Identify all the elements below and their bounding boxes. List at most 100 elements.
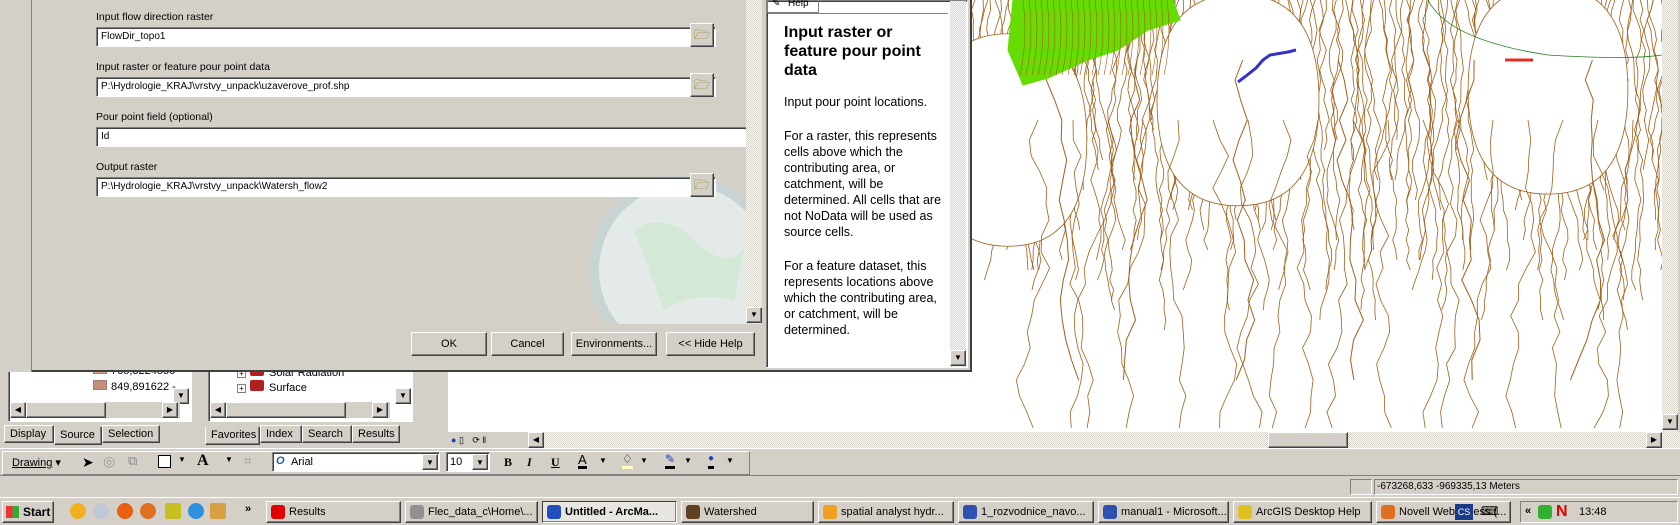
quick-launch-icon[interactable]: [70, 503, 86, 519]
show-hidden-icons[interactable]: «: [1525, 505, 1531, 517]
zoom-whole-page-icon[interactable]: ⧉: [128, 453, 137, 469]
taskbar-button[interactable]: Flec_data_c\Home\...: [405, 501, 538, 523]
expand-icon[interactable]: +: [237, 384, 246, 393]
help-paragraph: For a raster, this represents cells abov…: [784, 129, 942, 239]
param-input[interactable]: P:\Hydrologie_KRAJ\vrstvy_unpack\uzavero…: [96, 77, 716, 97]
select-elements-icon[interactable]: ➤: [82, 454, 94, 471]
taskbar-button[interactable]: ArcGIS Desktop Help: [1233, 501, 1372, 523]
quick-launch-icon[interactable]: [93, 503, 109, 519]
map-horizontal-scrollbar[interactable]: ● ▯ ⟳ ‖ ◀ ▶: [448, 432, 1680, 448]
more-quick-launch-icon[interactable]: »: [245, 503, 251, 515]
parameters-scrollbar[interactable]: ▼: [746, 0, 762, 324]
tab-index[interactable]: Index: [260, 425, 302, 443]
scroll-down-button[interactable]: ▼: [746, 307, 762, 323]
quick-launch-icon[interactable]: [117, 503, 133, 519]
font-type-icon: O: [276, 455, 285, 467]
bold-button[interactable]: B: [504, 455, 512, 470]
scroll-thumb[interactable]: [1268, 432, 1348, 448]
toc-tabs: Display Source Selection: [4, 425, 194, 445]
tab-results[interactable]: Results: [352, 425, 400, 443]
contour-line: [1647, 0, 1662, 271]
toolset-icon: [250, 380, 264, 391]
line-color-icon[interactable]: ✎: [665, 452, 676, 469]
rotate-icon[interactable]: ◎: [103, 453, 115, 470]
rectangle-tool-icon[interactable]: [158, 455, 171, 468]
internet-explorer-icon[interactable]: [188, 503, 204, 519]
arcmap-icon: [547, 505, 561, 519]
scroll-down-button[interactable]: ▼: [395, 388, 411, 404]
browse-folder-icon[interactable]: 🗁: [690, 173, 714, 197]
firefox-icon: [1381, 505, 1395, 519]
font-color-dropdown-icon[interactable]: ▼: [599, 456, 607, 465]
toolbox-horizontal-scrollbar[interactable]: ◀ ▶: [210, 402, 390, 418]
scroll-right-button[interactable]: ▶: [1646, 432, 1662, 448]
line-color-dropdown-icon[interactable]: ▼: [684, 456, 692, 465]
start-button[interactable]: Start: [2, 501, 54, 523]
taskbar-button[interactable]: Results: [266, 501, 401, 523]
param-label: Input flow direction raster: [96, 11, 214, 23]
firefox-icon[interactable]: [140, 503, 156, 519]
text-tool-icon[interactable]: A: [197, 452, 209, 470]
ok-button[interactable]: OK: [411, 332, 487, 356]
scroll-down-button[interactable]: ▼: [1662, 414, 1678, 430]
hide-help-button[interactable]: << Hide Help: [666, 332, 755, 356]
language-indicator[interactable]: CS: [1455, 504, 1473, 520]
param-label: Pour point field (optional): [96, 111, 213, 123]
font-size-select[interactable]: 10 ▼: [446, 452, 490, 472]
param-input[interactable]: FlowDir_topo1▼: [96, 27, 716, 47]
cancel-button[interactable]: Cancel: [491, 332, 564, 356]
tray-green-icon[interactable]: [1538, 505, 1552, 519]
toc-horizontal-scrollbar[interactable]: ◀ ▶: [10, 402, 180, 418]
help-content: Input raster or feature pour point data …: [784, 23, 949, 338]
pause-icon[interactable]: ‖: [482, 435, 486, 445]
marker-color-icon[interactable]: ●: [708, 452, 715, 469]
taskbar-button[interactable]: spatial analyst hydr...: [818, 501, 954, 523]
taskbar-button[interactable]: 1_rozvodnice_navo...: [958, 501, 1094, 523]
browse-folder-icon[interactable]: 🗁: [690, 73, 714, 97]
tab-search[interactable]: Search: [302, 425, 352, 443]
font-dropdown-icon[interactable]: ▼: [422, 454, 438, 470]
taskbar: Start » Results Flec_data_c\Home\... Untit…: [0, 497, 1680, 525]
data-view-icon[interactable]: ●: [451, 435, 456, 445]
help-tab[interactable]: ✎ Help: [767, 0, 819, 13]
tab-source[interactable]: Source: [54, 427, 102, 445]
font-color-button[interactable]: A: [578, 453, 587, 469]
contour-line: [1350, 0, 1360, 161]
novell-tray-icon[interactable]: N: [1556, 503, 1568, 521]
fill-color-dropdown-icon[interactable]: ▼: [640, 456, 648, 465]
taskbar-button[interactable]: Watershed: [681, 501, 814, 523]
marker-color-dropdown-icon[interactable]: ▼: [726, 456, 734, 465]
scroll-down-button[interactable]: ▼: [950, 350, 966, 366]
italic-button[interactable]: I: [527, 455, 532, 470]
help-scrollbar[interactable]: ▼: [950, 1, 966, 367]
underline-button[interactable]: U: [551, 455, 560, 470]
browse-folder-icon[interactable]: 🗁: [690, 23, 714, 47]
drawing-menu[interactable]: Drawing ▾: [12, 456, 61, 469]
novell-icon: [271, 505, 285, 519]
font-select[interactable]: O Arial ▼: [272, 452, 440, 472]
environments-button[interactable]: Environments...: [571, 332, 657, 356]
scroll-left-button[interactable]: ◀: [528, 432, 544, 448]
fill-color-icon[interactable]: ♢: [622, 452, 633, 469]
help-paragraph: Input pour point locations.: [784, 95, 928, 109]
map-vertical-scrollbar[interactable]: ▼: [1662, 0, 1678, 432]
tab-favorites[interactable]: Favorites: [205, 427, 260, 445]
toolbox-item[interactable]: + Surface: [237, 380, 307, 394]
tab-selection[interactable]: Selection: [102, 425, 160, 443]
keyboard-icon[interactable]: ⌨: [1481, 504, 1498, 518]
taskbar-button[interactable]: manual1 - Microsoft...: [1098, 501, 1229, 523]
layout-view-icon[interactable]: ▯: [459, 435, 464, 445]
edit-vertices-icon[interactable]: ⌗: [244, 453, 251, 469]
text-dropdown-icon[interactable]: ▼: [225, 455, 233, 464]
taskbar-button[interactable]: Untitled - ArcMa...: [542, 501, 677, 523]
quick-launch-icon[interactable]: [210, 503, 226, 519]
tab-display[interactable]: Display: [4, 425, 54, 443]
param-value: FlowDir_topo1: [101, 31, 166, 42]
quick-launch-icon[interactable]: [165, 503, 181, 519]
refresh-icon[interactable]: ⟳: [472, 435, 480, 445]
param-input[interactable]: P:\Hydrologie_KRAJ\vrstvy_unpack\Watersh…: [96, 177, 716, 197]
contour-line: [1455, 0, 1470, 271]
param-input[interactable]: Id▼: [96, 127, 746, 147]
rectangle-dropdown-icon[interactable]: ▼: [178, 455, 186, 464]
font-size-dropdown-icon[interactable]: ▼: [472, 454, 488, 470]
